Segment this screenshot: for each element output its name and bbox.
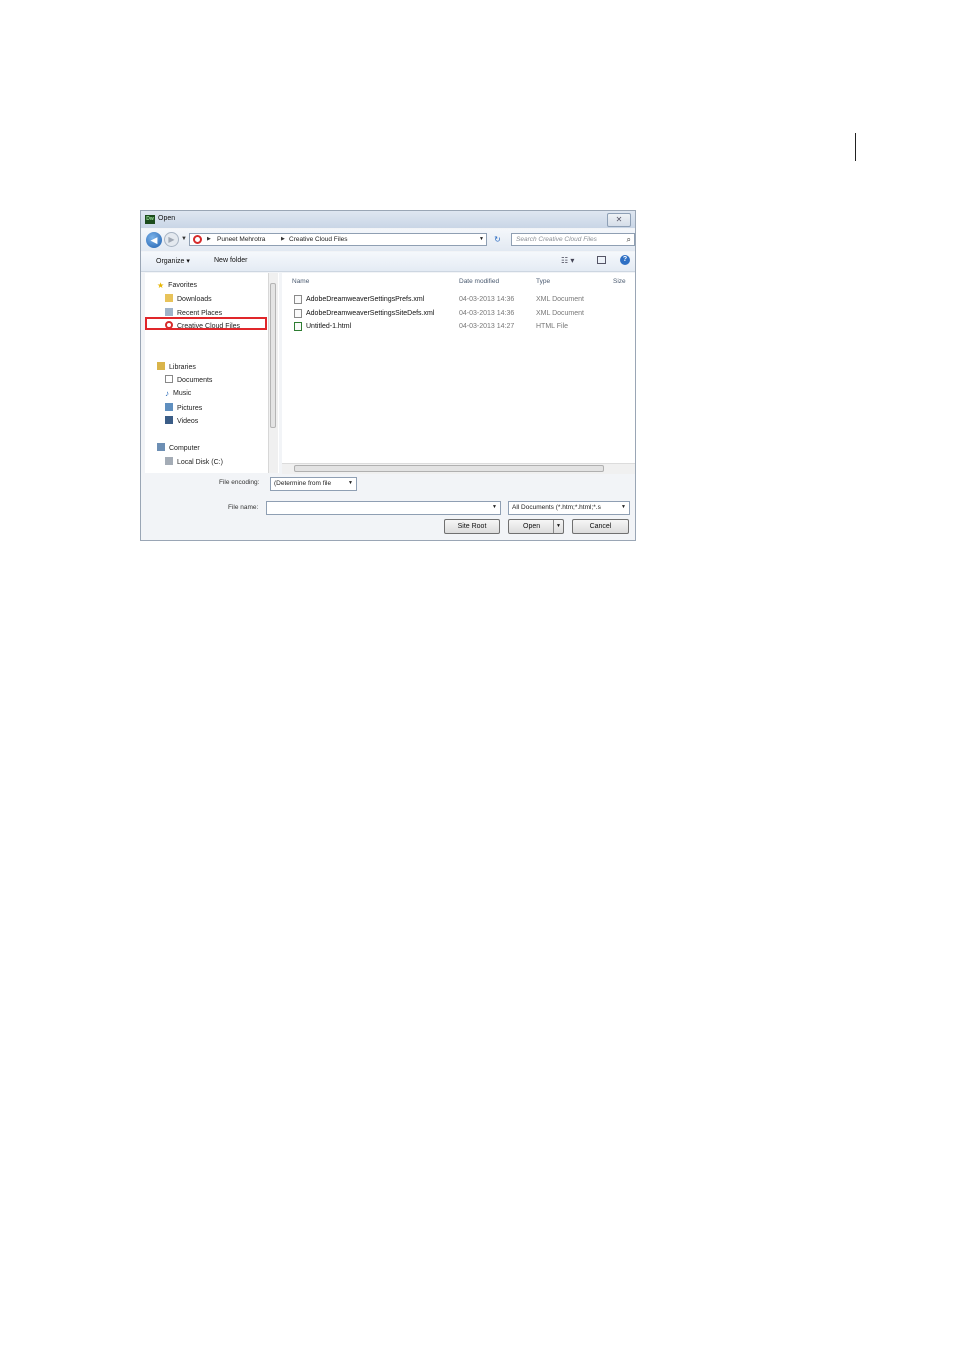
hard-drive-icon — [165, 457, 173, 465]
file-type-filter-select[interactable]: All Documents (*.htm;*.html;*.s ▼ — [508, 501, 630, 515]
title-bar: Dw Open ✕ — [141, 211, 635, 228]
scrollbar-thumb[interactable] — [270, 283, 276, 428]
search-icon[interactable]: ⌕ — [627, 235, 631, 245]
close-button[interactable]: ✕ — [607, 213, 631, 227]
sidebar-item-videos[interactable]: Videos — [165, 416, 198, 426]
chevron-down-icon: ▼ — [492, 504, 497, 510]
search-input[interactable]: Search Creative Cloud Files ⌕ — [511, 233, 635, 246]
column-header-date-modified[interactable]: Date modified — [459, 278, 499, 285]
back-button[interactable]: ◀ — [146, 232, 162, 248]
xml-file-icon — [294, 295, 302, 304]
navigation-pane-scrollbar[interactable] — [268, 273, 278, 473]
recent-places-icon — [165, 308, 173, 316]
file-encoding-value: (Determine from file — [274, 480, 332, 487]
file-row[interactable]: AdobeDreamweaverSettingsPrefs.xml 04-03-… — [292, 294, 632, 306]
sidebar-item-local-disk[interactable]: Local Disk (C:) — [165, 457, 223, 467]
scrollbar-thumb[interactable] — [294, 465, 604, 472]
new-folder-button[interactable]: New folder — [214, 257, 247, 264]
file-encoding-select[interactable]: (Determine from file ▼ — [270, 477, 357, 491]
chevron-down-icon: ▼ — [348, 480, 353, 486]
dreamweaver-app-icon: Dw — [145, 215, 155, 224]
open-dialog: Dw Open ✕ ◀ ▶ ▼ ▶ Puneet Mehrotra ▶ Crea… — [140, 210, 636, 541]
sidebar-item-downloads[interactable]: Downloads — [165, 294, 212, 304]
file-name: Untitled-1.html — [306, 323, 352, 330]
file-date: 04-03-2013 14:36 — [459, 296, 515, 303]
sidebar-group-libraries[interactable]: Libraries — [157, 362, 196, 372]
sidebar-item-music[interactable]: ♪ Music — [165, 389, 191, 399]
search-placeholder: Search Creative Cloud Files — [516, 236, 597, 243]
forward-button[interactable]: ▶ — [164, 232, 179, 247]
change-view-icon[interactable]: ☷ ▾ — [561, 256, 574, 265]
sidebar-group-favorites[interactable]: ★ Favorites — [157, 281, 197, 291]
help-icon[interactable]: ? — [620, 255, 630, 265]
column-header-type[interactable]: Type — [536, 278, 550, 285]
selection-highlight — [145, 317, 267, 330]
file-row[interactable]: Untitled-1.html 04-03-2013 14:27 HTML Fi… — [292, 321, 632, 333]
chevron-down-icon: ▼ — [621, 504, 626, 510]
breadcrumb-arrow-icon[interactable]: ▶ — [281, 236, 285, 242]
address-dropdown-icon[interactable]: ▼ — [479, 236, 484, 242]
file-date: 04-03-2013 14:27 — [459, 323, 515, 330]
column-header-size[interactable]: Size — [613, 278, 626, 285]
navigation-bar: ◀ ▶ ▼ ▶ Puneet Mehrotra ▶ Creative Cloud… — [141, 229, 635, 251]
pictures-icon — [165, 403, 173, 411]
file-name: AdobeDreamweaverSettingsSiteDefs.xml — [306, 310, 435, 317]
dialog-title: Open — [158, 215, 176, 222]
navigation-pane: ★ Favorites Downloads Recent Places Creat… — [145, 273, 279, 473]
cancel-button[interactable]: Cancel — [572, 519, 629, 534]
breadcrumb-item[interactable]: Puneet Mehrotra — [217, 236, 265, 243]
file-type-filter-value: All Documents (*.htm;*.html;*.s — [512, 504, 601, 511]
sidebar-item-pictures[interactable]: Pictures — [165, 403, 202, 413]
site-root-button[interactable]: Site Root — [444, 519, 500, 534]
libraries-icon — [157, 362, 165, 370]
creative-cloud-icon — [193, 235, 202, 244]
file-name: AdobeDreamweaverSettingsPrefs.xml — [306, 296, 425, 303]
downloads-folder-icon — [165, 294, 173, 302]
music-icon: ♪ — [165, 389, 169, 398]
breadcrumb-item[interactable]: Creative Cloud Files — [289, 236, 348, 243]
documents-icon — [165, 375, 173, 383]
file-date: 04-03-2013 14:36 — [459, 310, 515, 317]
column-header-name[interactable]: Name — [292, 278, 309, 285]
preview-pane-icon[interactable] — [597, 256, 606, 264]
videos-icon — [165, 416, 173, 424]
sidebar-group-computer[interactable]: Computer — [157, 443, 200, 453]
file-type: XML Document — [536, 296, 584, 303]
command-toolbar: Organize ▾ New folder ☷ ▾ ? — [141, 252, 635, 272]
star-icon: ★ — [157, 281, 165, 290]
file-type: XML Document — [536, 310, 584, 317]
file-list: Name Date modified Type Size AdobeDreamw… — [282, 273, 635, 473]
recent-locations-chevron-icon[interactable]: ▼ — [181, 236, 187, 242]
html-file-icon — [294, 322, 302, 331]
breadcrumb-arrow-icon[interactable]: ▶ — [207, 236, 211, 242]
xml-file-icon — [294, 309, 302, 318]
address-bar[interactable]: ▶ Puneet Mehrotra ▶ Creative Cloud Files… — [189, 233, 487, 246]
file-encoding-label: File encoding: — [219, 479, 260, 486]
file-name-input[interactable]: ▼ — [266, 501, 501, 515]
file-type: HTML File — [536, 323, 569, 330]
file-row[interactable]: AdobeDreamweaverSettingsSiteDefs.xml 04-… — [292, 308, 632, 320]
open-options-chevron-icon[interactable]: ▼ — [553, 520, 563, 533]
file-name-label: File name: — [228, 504, 259, 511]
organize-button[interactable]: Organize ▾ — [156, 257, 190, 265]
refresh-icon[interactable]: ↻ — [491, 233, 504, 246]
file-list-horizontal-scrollbar[interactable] — [282, 463, 635, 474]
open-button[interactable]: Open ▼ — [508, 519, 564, 534]
sidebar-item-documents[interactable]: Documents — [165, 375, 212, 385]
open-button-label: Open — [523, 523, 541, 530]
computer-icon — [157, 443, 165, 451]
page-margin-rule — [855, 133, 856, 161]
